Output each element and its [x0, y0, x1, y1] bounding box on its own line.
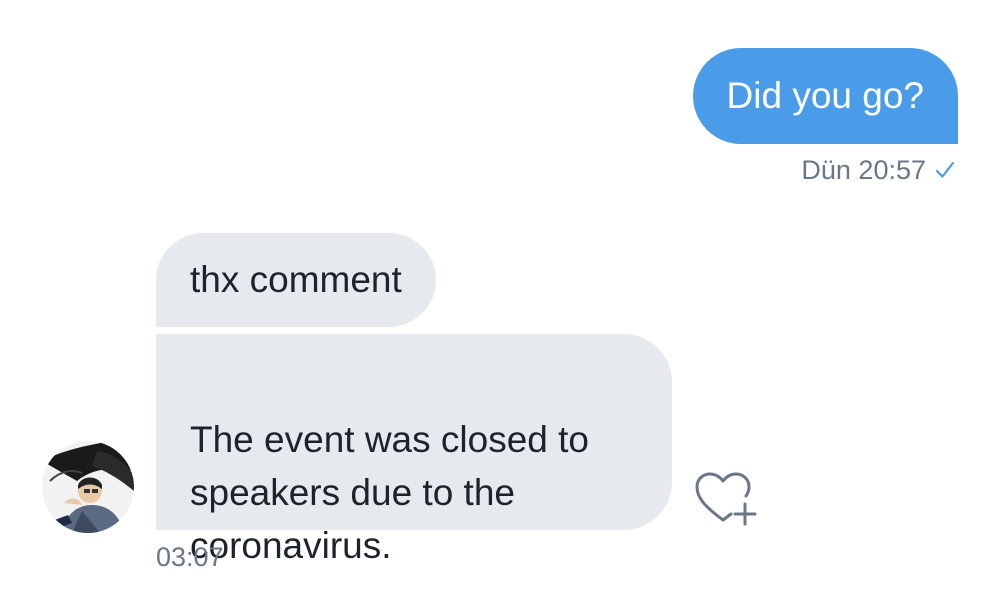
incoming-message-text: The event was closed to speakers due to …: [190, 419, 589, 566]
avatar-illustration: [42, 441, 134, 533]
outgoing-message-text: Did you go?: [726, 75, 924, 116]
incoming-message-bubble[interactable]: The event was closed to speakers due to …: [156, 334, 672, 566]
incoming-timestamp: 03:07: [156, 542, 224, 572]
outgoing-message-bubble[interactable]: Did you go?: [692, 48, 958, 144]
avatar[interactable]: [42, 441, 134, 533]
dm-conversation: Did you go? Dün 20:57 thx comment The ev…: [0, 0, 1000, 602]
outgoing-message-meta: Dün 20:57: [801, 152, 956, 190]
incoming-message-bubble[interactable]: thx comment: [156, 233, 436, 327]
checkmark-icon: [934, 154, 956, 190]
heart-plus-icon[interactable]: [693, 468, 763, 528]
incoming-message-text: thx comment: [190, 259, 402, 300]
outgoing-timestamp: Dün 20:57: [801, 155, 926, 185]
